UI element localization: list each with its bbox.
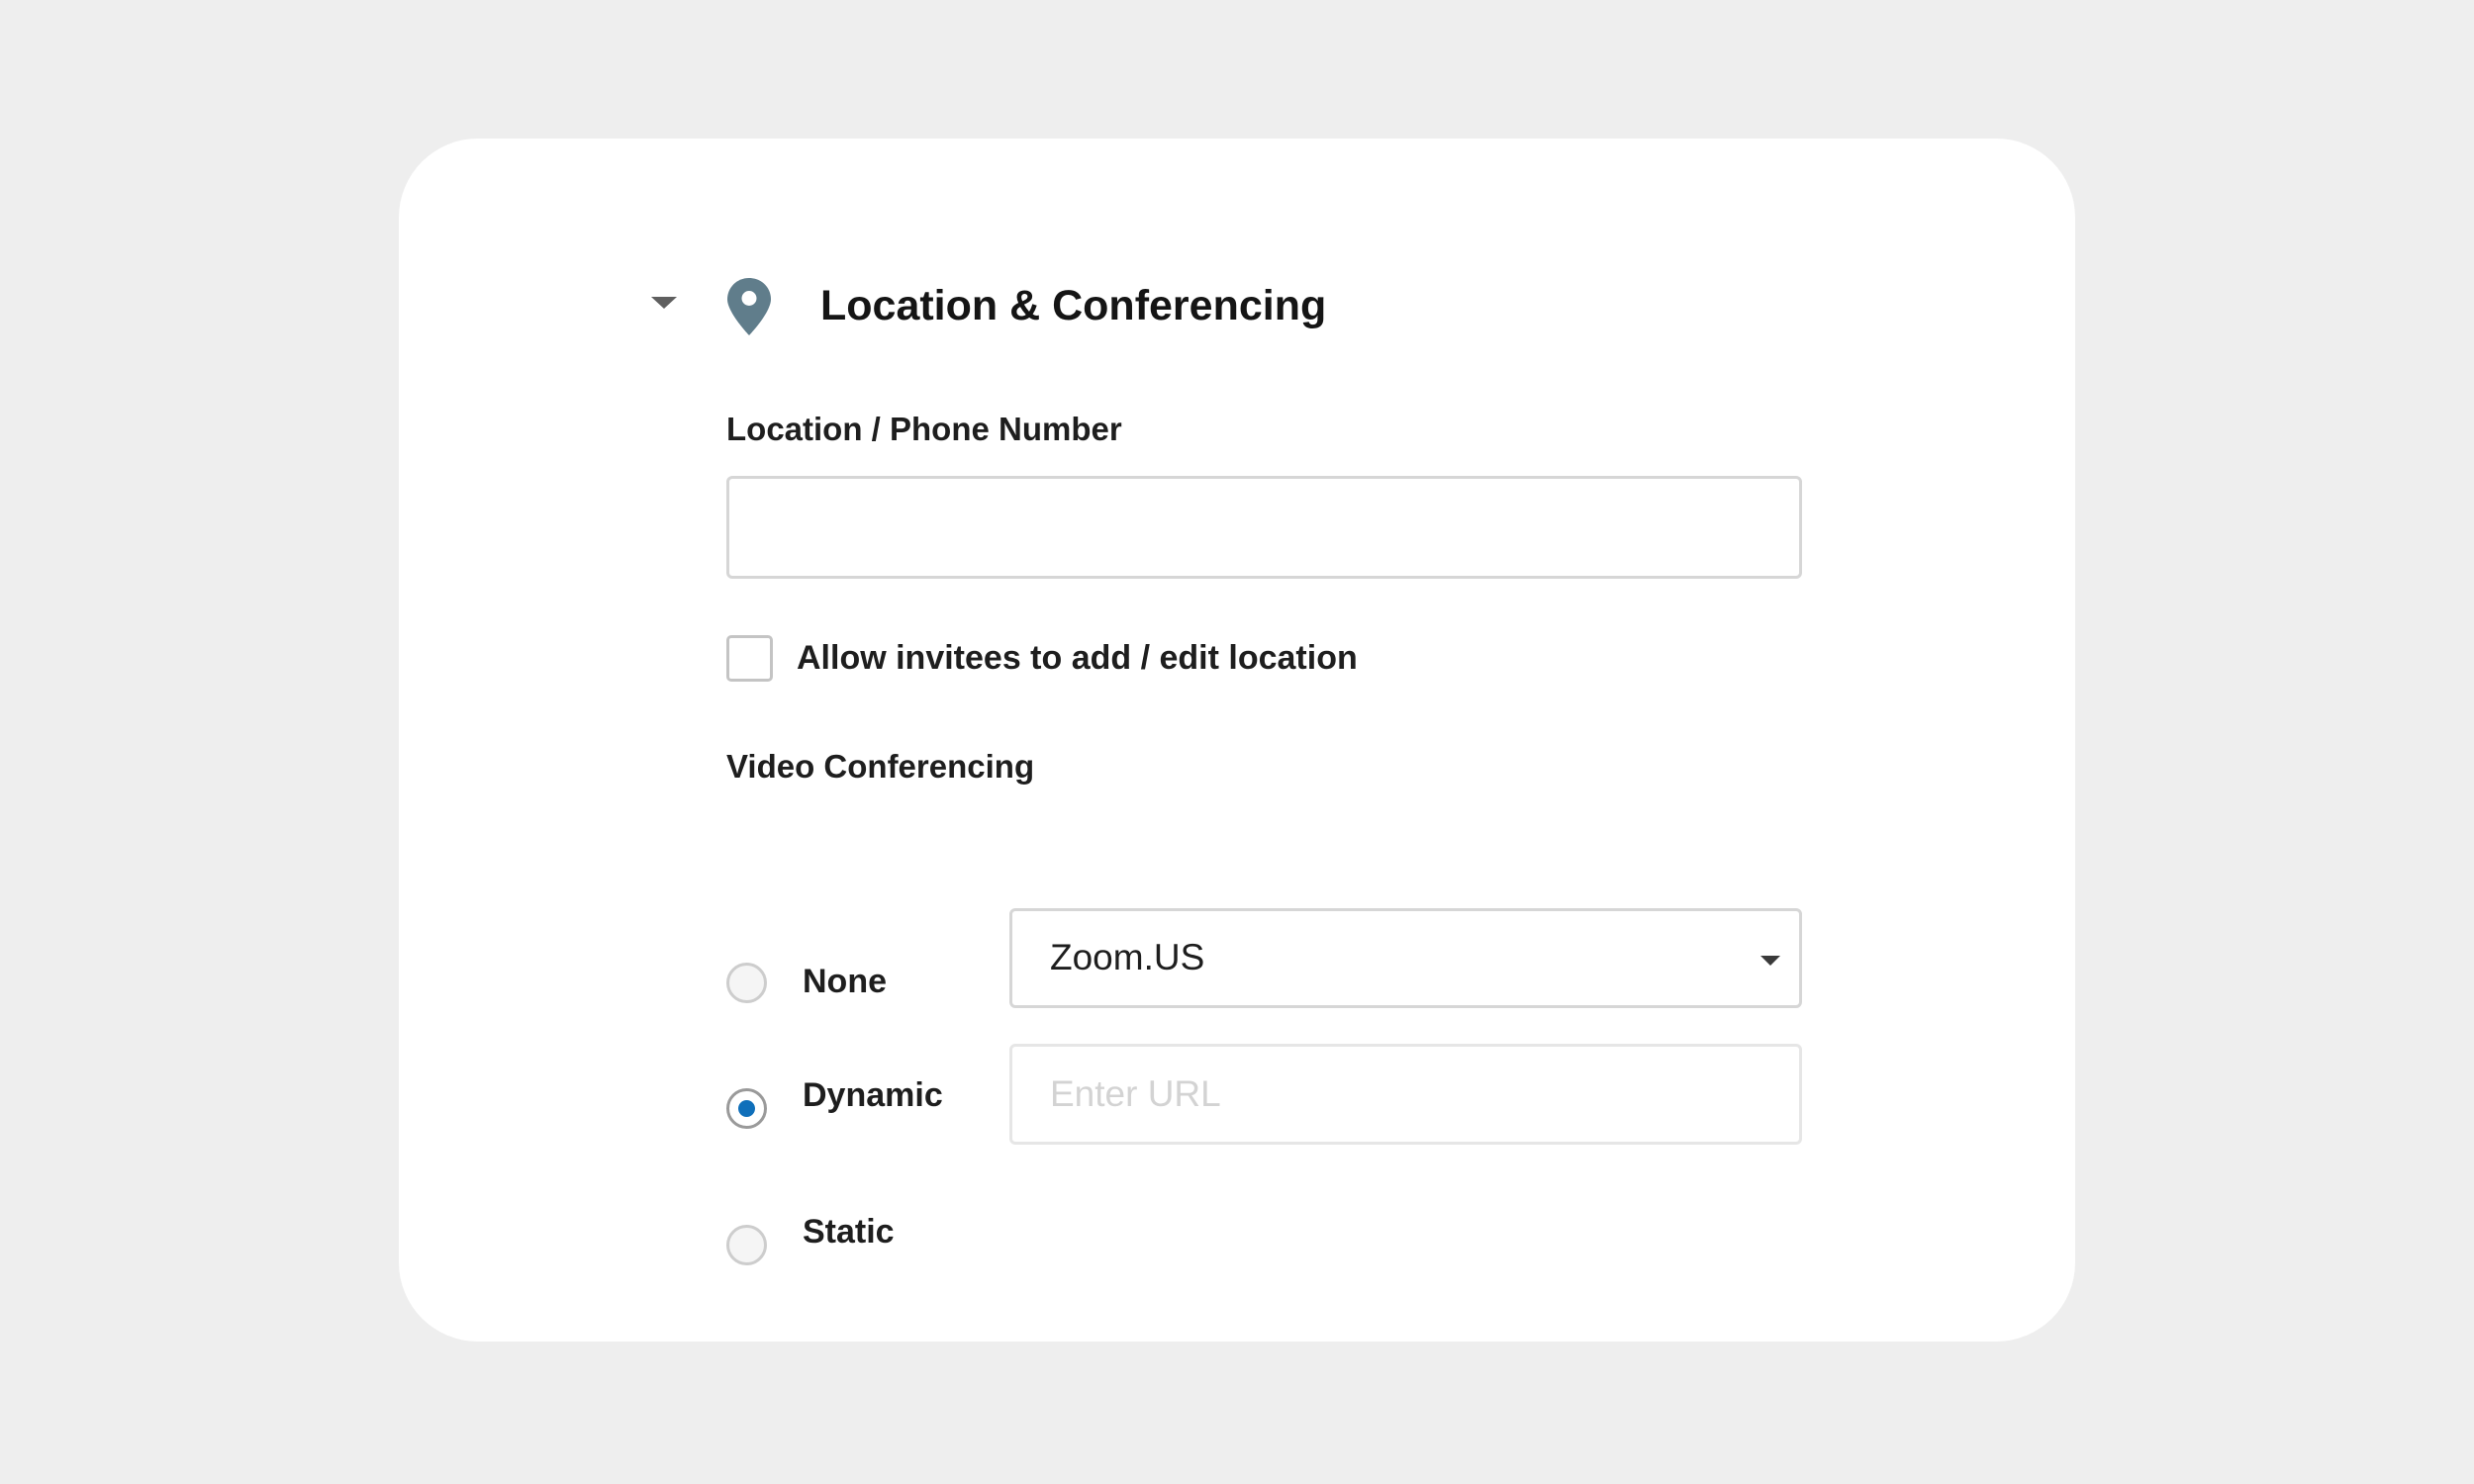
radio-none-label[interactable]: None: [803, 965, 887, 998]
collapse-toggle[interactable]: [649, 288, 679, 318]
radio-dynamic[interactable]: [726, 1088, 767, 1129]
map-pin-icon: [726, 277, 772, 336]
radio-static-label[interactable]: Static: [803, 1215, 895, 1249]
radio-selected-dot: [738, 1100, 755, 1117]
allow-edit-label[interactable]: Allow invitees to add / edit location: [797, 641, 1358, 675]
provider-select[interactable]: Zoom.US: [1009, 908, 1802, 1008]
caret-down-icon: [651, 297, 677, 309]
provider-select-value: Zoom.US: [1050, 937, 1205, 977]
location-input[interactable]: [726, 476, 1802, 579]
video-conferencing-label: Video Conferencing: [726, 748, 1035, 785]
section-title: Location & Conferencing: [820, 282, 1327, 329]
radio-dynamic-label[interactable]: Dynamic: [803, 1078, 943, 1112]
static-url-input[interactable]: [1009, 1044, 1802, 1145]
chevron-down-icon: [1760, 954, 1781, 968]
allow-edit-checkbox[interactable]: [726, 635, 773, 682]
radio-none[interactable]: [726, 963, 767, 1003]
location-label: Location / Phone Number: [726, 411, 1122, 447]
location-conferencing-card: Location & Conferencing Location / Phone…: [399, 139, 2075, 1342]
radio-static[interactable]: [726, 1225, 767, 1265]
